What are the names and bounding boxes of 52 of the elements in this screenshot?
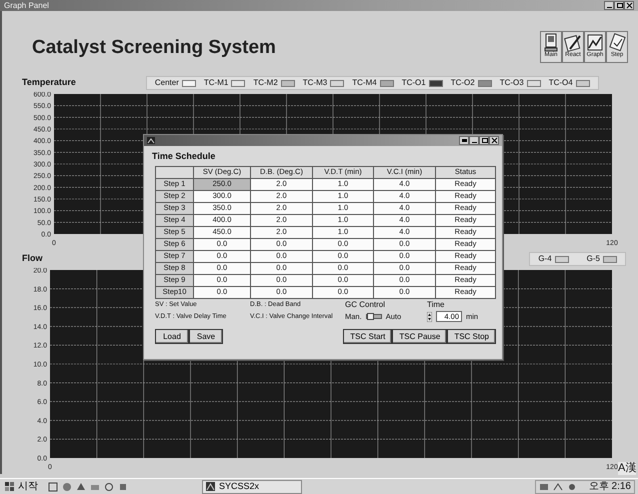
- close-button[interactable]: [624, 1, 634, 10]
- maximize-icon: [616, 2, 622, 9]
- quick-launch-icon[interactable]: [118, 482, 128, 492]
- pen-icon: [564, 33, 582, 52]
- legend-label: TC-O3: [500, 77, 524, 89]
- action-button[interactable]: Save: [189, 328, 223, 344]
- section-title: Time Schedule: [152, 150, 216, 163]
- tray-icon[interactable]: [552, 482, 563, 492]
- section-title: Temperature: [22, 76, 76, 90]
- computer-icon: [542, 33, 560, 52]
- close-button[interactable]: [489, 136, 499, 145]
- menu-icon: [460, 137, 468, 144]
- control-label: GC Control: [345, 298, 386, 310]
- maximize-icon: [480, 137, 488, 144]
- action-button[interactable]: Load: [155, 328, 189, 344]
- window-title: Graph Panel: [4, 0, 49, 10]
- start-button[interactable]: 시작: [3, 479, 40, 494]
- section-title: Flow: [22, 252, 42, 266]
- app-icon: [206, 482, 215, 491]
- app-title: Catalyst Screening System: [32, 36, 276, 60]
- taskbar-button[interactable]: SYCSS2x: [202, 480, 302, 494]
- toggle-switch[interactable]: [366, 314, 382, 319]
- action-button[interactable]: TSC Pause: [392, 328, 448, 344]
- app-icon: [147, 137, 155, 144]
- legend-label: Center: [154, 77, 179, 89]
- legend-label: G-5: [586, 253, 600, 265]
- minimize-button[interactable]: [604, 1, 614, 10]
- maximize-button[interactable]: [614, 1, 624, 10]
- legend-label: TC-M3: [302, 77, 328, 89]
- legend-label: TC-M2: [253, 77, 278, 89]
- control-label: Time: [427, 298, 446, 310]
- document-icon: [608, 33, 626, 52]
- chart-icon: [586, 33, 604, 52]
- spinner-icon[interactable]: [427, 312, 432, 322]
- legend-label: TC-M4: [352, 77, 377, 89]
- legend-label: TC-M1: [204, 77, 228, 89]
- legend-label: TC-O2: [450, 77, 475, 89]
- legend-label: TC-O4: [548, 77, 573, 89]
- ime-indicator[interactable]: A漢: [618, 462, 636, 475]
- maximize-button[interactable]: [479, 136, 489, 145]
- action-button[interactable]: TSC Stop: [447, 328, 496, 344]
- legend-label: TC-O1: [402, 77, 426, 89]
- close-icon: [490, 137, 498, 144]
- legend-label: G-4: [538, 253, 552, 265]
- action-button[interactable]: TSC Start: [343, 328, 392, 344]
- tray-icon[interactable]: [566, 482, 577, 492]
- close-icon: [626, 2, 632, 9]
- clock: 오후 2:16: [588, 480, 631, 494]
- menu-button[interactable]: [459, 136, 469, 145]
- tray-icon[interactable]: [538, 482, 549, 492]
- minimize-button[interactable]: [469, 136, 479, 145]
- windows-icon: [5, 482, 14, 491]
